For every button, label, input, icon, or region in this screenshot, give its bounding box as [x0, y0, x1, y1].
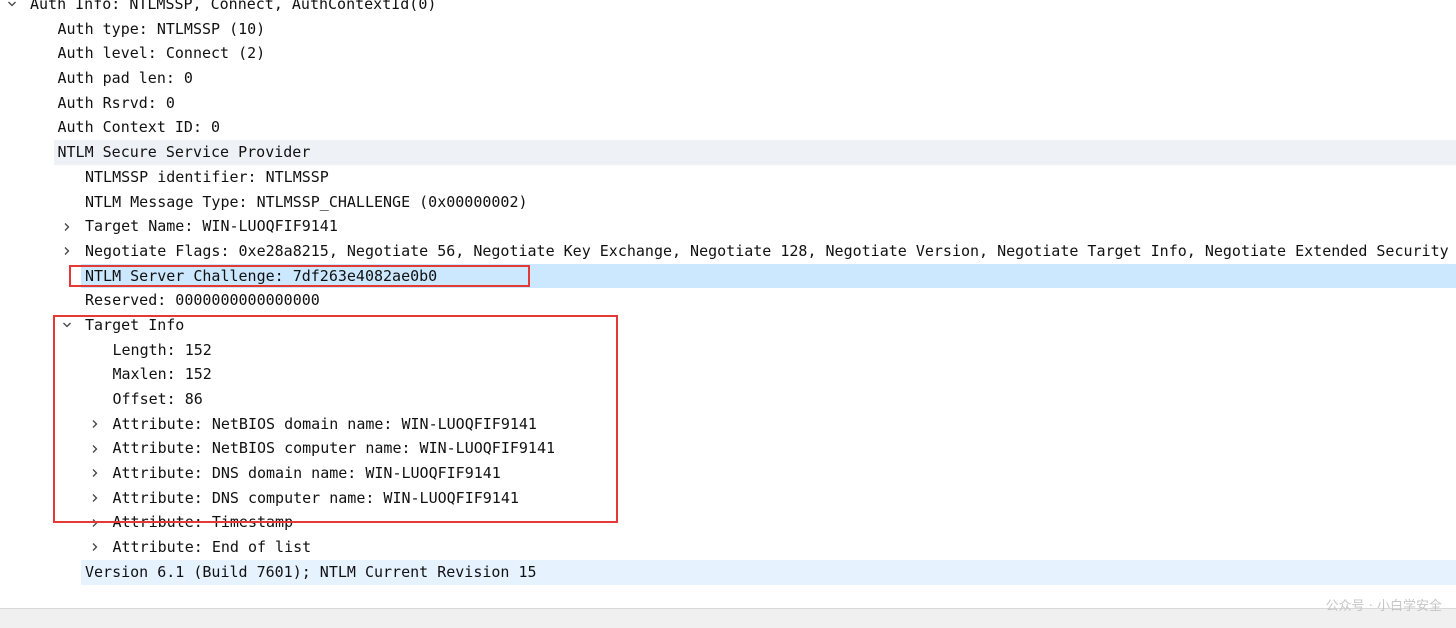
tree-row[interactable]: NTLM Server Challenge: 7df263e4082ae0b0: [81, 264, 1456, 289]
tree-row[interactable]: Negotiate Flags: 0xe28a8215, Negotiate 5…: [0, 239, 1456, 264]
tree-row-label: Attribute: Timestamp: [113, 510, 294, 535]
tree-row-label: NTLM Message Type: NTLMSSP_CHALLENGE (0x…: [85, 190, 528, 215]
tree-row[interactable]: Attribute: NetBIOS domain name: WIN-LUOQ…: [0, 412, 1456, 437]
tree-row-label: Attribute: DNS computer name: WIN-LUOQFI…: [113, 486, 519, 511]
tree-row[interactable]: Auth Rsrvd: 0: [0, 91, 1456, 116]
chevron-right-icon[interactable]: [88, 436, 102, 461]
tree-row[interactable]: Target Info: [0, 313, 1456, 338]
tree-row-label: Negotiate Flags: 0xe28a8215, Negotiate 5…: [85, 239, 1449, 264]
tree-row[interactable]: Attribute: DNS computer name: WIN-LUOQFI…: [0, 486, 1456, 511]
tree-row-label: NTLM Server Challenge: 7df263e4082ae0b0: [85, 264, 437, 289]
tree-row[interactable]: NTLM Secure Service Provider: [54, 140, 1456, 165]
tree-row-label: NTLMSSP identifier: NTLMSSP: [85, 165, 329, 190]
tree-row[interactable]: Auth type: NTLMSSP (10): [0, 17, 1456, 42]
tree-row-label: Attribute: End of list: [113, 535, 312, 560]
tree-row[interactable]: Attribute: DNS domain name: WIN-LUOQFIF9…: [0, 461, 1456, 486]
tree-row-label: Offset: 86: [113, 387, 203, 412]
tree-row[interactable]: Length: 152: [0, 338, 1456, 363]
tree-row[interactable]: Attribute: Timestamp: [0, 510, 1456, 535]
tree-row[interactable]: Auth Info: NTLMSSP, Connect, AuthContext…: [0, 0, 1456, 17]
tree-row[interactable]: Auth Context ID: 0: [0, 115, 1456, 140]
watermark: 公众号 · 小白学安全: [1326, 595, 1442, 614]
tree-row[interactable]: NTLMSSP identifier: NTLMSSP: [0, 165, 1456, 190]
tree-row-label: Auth Rsrvd: 0: [58, 91, 175, 116]
tree-row-label: Auth level: Connect (2): [58, 41, 266, 66]
chevron-down-icon[interactable]: [5, 0, 19, 17]
tree-row-label: Attribute: NetBIOS domain name: WIN-LUOQ…: [113, 412, 537, 437]
tree-row-label: Target Name: WIN-LUOQFIF9141: [85, 214, 338, 239]
tree-row[interactable]: Offset: 86: [0, 387, 1456, 412]
tree-row[interactable]: Reserved: 0000000000000000: [0, 288, 1456, 313]
tree-row-label: Length: 152: [113, 338, 212, 363]
tree-row[interactable]: Auth pad len: 0: [0, 66, 1456, 91]
tree-row-label: Attribute: NetBIOS computer name: WIN-LU…: [113, 436, 556, 461]
tree-row-label: Attribute: DNS domain name: WIN-LUOQFIF9…: [113, 461, 501, 486]
tree-row[interactable]: Attribute: End of list: [0, 535, 1456, 560]
tree-row-label: Auth Context ID: 0: [58, 115, 221, 140]
chevron-right-icon[interactable]: [88, 412, 102, 437]
tree-row-label: Auth Info: NTLMSSP, Connect, AuthContext…: [30, 0, 436, 17]
packet-details-tree: Auth Info: NTLMSSP, Connect, AuthContext…: [0, 0, 1456, 585]
chevron-down-icon[interactable]: [60, 313, 74, 338]
tree-row-label: Target Info: [85, 313, 184, 338]
tree-row[interactable]: Auth level: Connect (2): [0, 41, 1456, 66]
chevron-right-icon[interactable]: [60, 239, 74, 264]
chevron-right-icon[interactable]: [88, 461, 102, 486]
tree-row-label: Auth pad len: 0: [58, 66, 193, 91]
tree-row-label: Reserved: 0000000000000000: [85, 288, 320, 313]
chevron-right-icon[interactable]: [88, 535, 102, 560]
tree-row[interactable]: Attribute: NetBIOS computer name: WIN-LU…: [0, 436, 1456, 461]
tree-row-label: NTLM Secure Service Provider: [58, 140, 311, 165]
tree-row-label: Version 6.1 (Build 7601); NTLM Current R…: [85, 560, 537, 585]
tree-row-label: Auth type: NTLMSSP (10): [58, 17, 266, 42]
tree-row[interactable]: NTLM Message Type: NTLMSSP_CHALLENGE (0x…: [0, 190, 1456, 215]
tree-row[interactable]: Version 6.1 (Build 7601); NTLM Current R…: [81, 560, 1456, 585]
tree-row[interactable]: Target Name: WIN-LUOQFIF9141: [0, 214, 1456, 239]
chevron-right-icon[interactable]: [60, 214, 74, 239]
tree-row-label: Maxlen: 152: [113, 362, 212, 387]
chevron-right-icon[interactable]: [88, 510, 102, 535]
chevron-right-icon[interactable]: [88, 486, 102, 511]
status-bar: [0, 608, 1456, 628]
tree-row[interactable]: Maxlen: 152: [0, 362, 1456, 387]
